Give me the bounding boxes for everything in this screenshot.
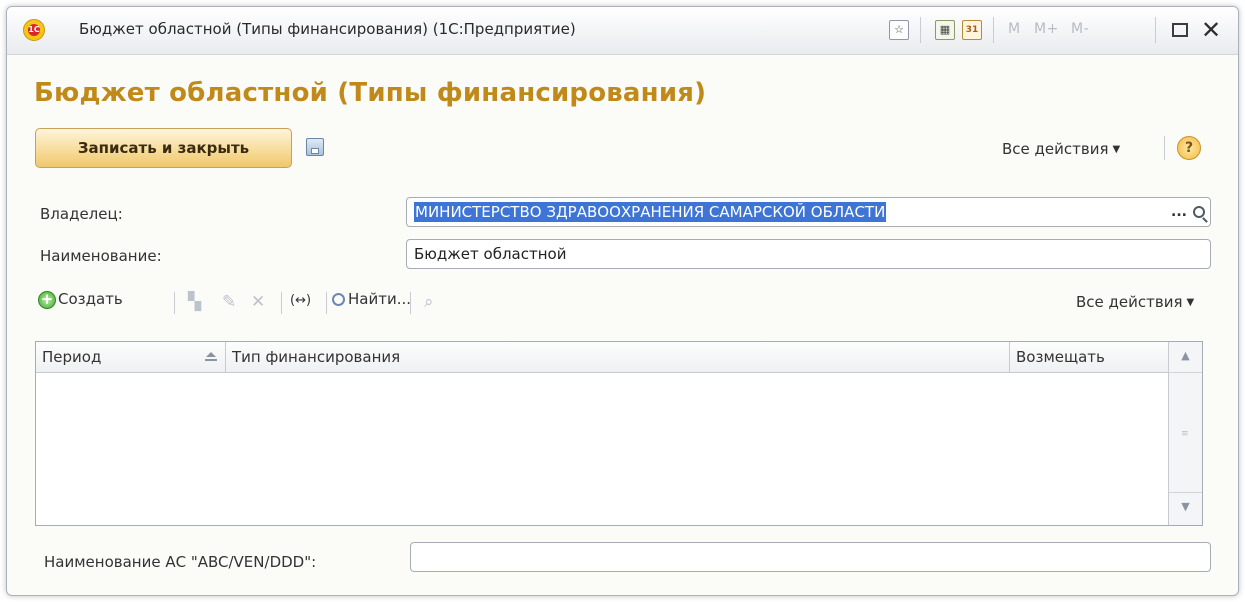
- title-bar: 1С Бюджет областной (Типы финансирования…: [7, 7, 1238, 55]
- search-icon: [332, 293, 345, 306]
- favorites-icon[interactable]: ☆: [889, 20, 909, 40]
- toolbar-divider: [410, 292, 411, 314]
- owner-field-buttons: ...: [1168, 198, 1210, 226]
- memory-plus-button[interactable]: M+: [1034, 21, 1059, 37]
- financing-types-table[interactable]: Период Тип финансирования Возмещать ▲ ≡ …: [35, 341, 1203, 526]
- chevron-down-icon: ▼: [1112, 144, 1121, 155]
- calculator-icon[interactable]: ▦: [935, 20, 955, 40]
- memory-minus-button[interactable]: M-: [1071, 21, 1089, 37]
- calendar-icon[interactable]: 31: [962, 20, 982, 40]
- scroll-up-icon[interactable]: ▲: [1169, 349, 1202, 362]
- search-icon[interactable]: [1193, 206, 1205, 218]
- name-label: Наименование:: [40, 247, 162, 265]
- all-actions-menu[interactable]: Все действия ▼: [1002, 140, 1120, 158]
- create-button[interactable]: + Создать: [38, 290, 123, 309]
- add-icon: +: [38, 290, 56, 309]
- app-logo-text: 1С: [28, 25, 40, 34]
- all-actions-label: Все действия: [1002, 140, 1109, 158]
- toolbar-divider: [174, 292, 175, 314]
- select-button[interactable]: ...: [1171, 198, 1187, 226]
- close-icon[interactable]: ✕: [1201, 16, 1221, 44]
- delete-icon[interactable]: ✕: [251, 292, 265, 312]
- scroll-divider: [1169, 372, 1202, 373]
- edit-icon[interactable]: ✎: [222, 292, 236, 312]
- save-icon[interactable]: [306, 138, 324, 156]
- scroll-thumb[interactable]: ≡: [1181, 429, 1189, 439]
- table-all-actions-menu[interactable]: Все действия ▼: [1076, 293, 1194, 311]
- cancel-search-icon[interactable]: ⌕: [424, 292, 434, 312]
- toolbar-divider: [281, 292, 282, 314]
- help-icon[interactable]: ?: [1177, 136, 1201, 160]
- name-field[interactable]: Бюджет областной: [406, 239, 1211, 269]
- app-logo-icon[interactable]: 1С: [23, 19, 45, 41]
- abc-ven-ddd-label: Наименование АС "ABC/VEN/DDD":: [44, 553, 317, 571]
- all-actions-label: Все действия: [1076, 293, 1183, 311]
- column-financing-type[interactable]: Тип финансирования: [226, 342, 1009, 372]
- find-label: Найти...: [348, 290, 412, 308]
- link-button[interactable]: (↔): [290, 293, 311, 308]
- table-scrollbar[interactable]: ▲ ≡ ▼: [1168, 342, 1202, 525]
- titlebar-divider: [920, 17, 921, 43]
- form-title: Бюджет областной (Типы финансирования): [34, 78, 707, 108]
- toolbar-divider: [326, 292, 327, 314]
- window-title: Бюджет областной (Типы финансирования) (…: [79, 20, 576, 38]
- scroll-down-icon[interactable]: ▼: [1169, 500, 1202, 513]
- table-header: Период Тип финансирования Возмещать: [36, 342, 1169, 373]
- toolbar-divider: [1164, 136, 1165, 160]
- chevron-down-icon: ▼: [1186, 297, 1195, 308]
- save-and-close-button[interactable]: Записать и закрыть: [35, 128, 292, 168]
- copy-icon[interactable]: ▚: [188, 292, 201, 312]
- owner-label: Владелец:: [40, 205, 123, 223]
- find-button[interactable]: Найти...: [332, 290, 411, 308]
- column-period[interactable]: Период: [36, 342, 226, 372]
- titlebar-divider: [1155, 17, 1156, 43]
- sort-ascending-icon[interactable]: [205, 352, 217, 361]
- create-label: Создать: [58, 290, 123, 308]
- owner-field[interactable]: МИНИСТЕРСТВО ЗДРАВООХРАНЕНИЯ САМАРСКОЙ О…: [406, 197, 1211, 227]
- abc-ven-ddd-field[interactable]: [410, 542, 1211, 572]
- memory-m-button[interactable]: M: [1008, 21, 1021, 37]
- column-reimburse[interactable]: Возмещать: [1010, 342, 1169, 372]
- maximize-icon[interactable]: [1172, 23, 1188, 37]
- scroll-divider: [1169, 492, 1202, 493]
- titlebar-divider: [993, 17, 994, 43]
- owner-value: МИНИСТЕРСТВО ЗДРАВООХРАНЕНИЯ САМАРСКОЙ О…: [414, 202, 887, 222]
